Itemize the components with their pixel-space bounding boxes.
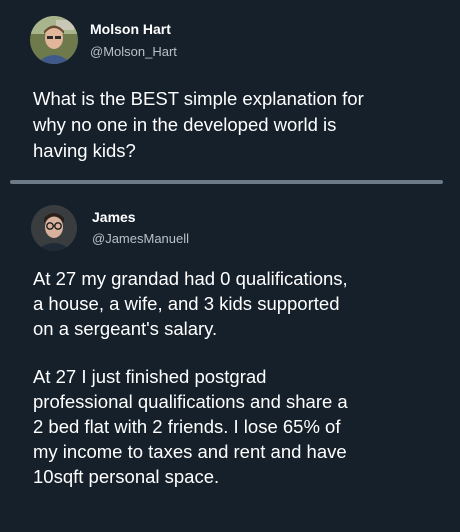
tweet-text: What is the BEST simple explanation for … <box>33 86 364 164</box>
james-avatar[interactable] <box>31 205 77 251</box>
author-display-name[interactable]: Molson Hart <box>90 21 171 37</box>
tweet-text-line: 2 bed flat with 2 friends. I lose 65% of <box>33 416 341 437</box>
person-avatar-icon <box>31 205 77 251</box>
tweet-text-line: why no one in the developed world is <box>33 114 337 135</box>
tweet-text-line: At 27 my grandad had 0 qualifications, <box>33 268 348 289</box>
tweet-text-line: on a sergeant's salary. <box>33 318 218 339</box>
tweet-text-line: professional qualifications and share a <box>33 391 348 412</box>
author-display-name[interactable]: James <box>92 209 136 225</box>
tweet-text-line: 10sqft personal space. <box>33 466 220 487</box>
tweet-text-line: my income to taxes and rent and have <box>33 441 347 462</box>
post-divider <box>10 180 443 184</box>
tweet-text-line: What is the BEST simple explanation for <box>33 88 364 109</box>
tweet-post-molson: Molson Hart @Molson_Hart What is the BES… <box>0 0 460 182</box>
molson-avatar[interactable] <box>30 16 78 64</box>
tweet-text: At 27 my grandad had 0 qualifications, a… <box>33 266 348 489</box>
tweet-reply-james: James @JamesManuell At 27 my grandad had… <box>0 186 460 532</box>
tweet-text-line: having kids? <box>33 140 136 161</box>
tweet-text-line: At 27 I just finished postgrad <box>33 366 267 387</box>
tweet-text-line: a house, a wife, and 3 kids supported <box>33 293 340 314</box>
author-handle[interactable]: @JamesManuell <box>92 231 189 246</box>
author-handle[interactable]: @Molson_Hart <box>90 44 177 59</box>
person-avatar-icon <box>30 16 78 64</box>
